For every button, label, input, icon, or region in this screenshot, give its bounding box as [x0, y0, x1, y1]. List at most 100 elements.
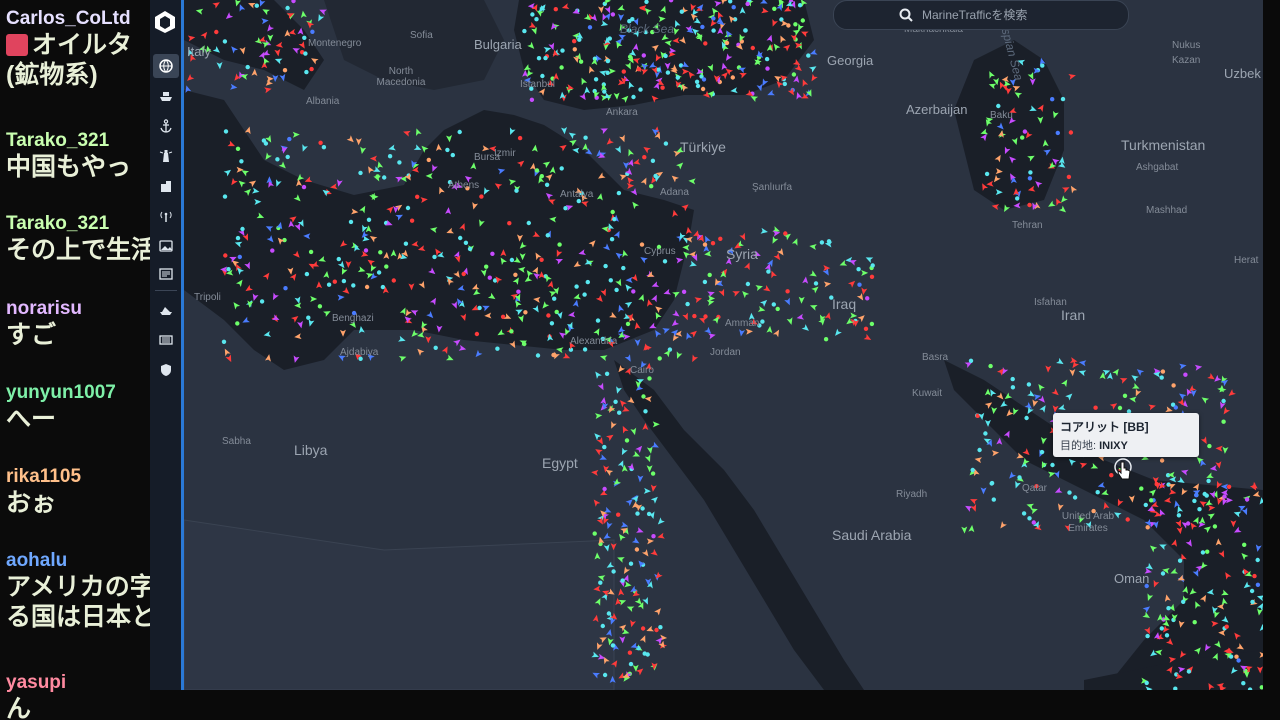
vessel-marker[interactable] — [991, 203, 1000, 210]
vessel-dot[interactable] — [391, 278, 396, 283]
vessel-marker[interactable] — [702, 235, 711, 244]
vessel-marker[interactable] — [664, 62, 671, 70]
vessel-marker[interactable] — [627, 396, 636, 406]
vessel-dot[interactable] — [348, 219, 354, 225]
vessel-dot[interactable] — [760, 319, 765, 324]
vessel-marker[interactable] — [787, 87, 797, 97]
vessel-marker[interactable] — [653, 329, 662, 338]
vessel-marker[interactable] — [1211, 620, 1219, 627]
vessel-dot[interactable] — [610, 209, 615, 215]
vessel-dot[interactable] — [1200, 550, 1206, 555]
vessel-marker[interactable] — [227, 140, 236, 149]
vessel-dot[interactable] — [702, 279, 708, 285]
vessel-marker[interactable] — [254, 198, 262, 205]
vessel-marker[interactable] — [598, 5, 605, 14]
vessel-marker[interactable] — [650, 281, 660, 289]
vessel-marker[interactable] — [624, 354, 634, 363]
vessel-marker[interactable] — [445, 227, 454, 236]
vessel-marker[interactable] — [656, 517, 665, 526]
vessel-marker[interactable] — [595, 294, 605, 304]
vessel-dot[interactable] — [514, 188, 519, 193]
vessel-marker[interactable] — [473, 349, 483, 359]
vessel-marker[interactable] — [513, 256, 522, 266]
vessel-marker[interactable] — [650, 548, 659, 558]
vessel-marker[interactable] — [1148, 403, 1156, 411]
vessel-marker[interactable] — [651, 294, 659, 303]
vessel-marker[interactable] — [518, 266, 526, 273]
vessel-marker[interactable] — [1163, 594, 1171, 602]
vessel-marker[interactable] — [605, 137, 614, 147]
vessel-marker[interactable] — [339, 329, 346, 337]
vessel-dot[interactable] — [634, 547, 640, 552]
vessel-marker[interactable] — [549, 166, 557, 174]
vessel-dot[interactable] — [222, 39, 228, 44]
vessel-marker[interactable] — [420, 196, 428, 204]
vessel-marker[interactable] — [557, 330, 567, 339]
vessel-marker[interactable] — [628, 619, 636, 628]
vessel-marker[interactable] — [264, 86, 272, 94]
vessel-marker[interactable] — [732, 288, 741, 297]
vessel-marker[interactable] — [991, 449, 1000, 457]
vessel-marker[interactable] — [460, 313, 468, 322]
vessel-marker[interactable] — [573, 293, 582, 301]
vessel-marker[interactable] — [597, 573, 606, 582]
vessel-marker[interactable] — [745, 328, 753, 335]
vessel-marker[interactable] — [294, 296, 303, 304]
vessel-marker[interactable] — [653, 53, 662, 63]
vessel-marker[interactable] — [592, 614, 600, 623]
vessel-marker[interactable] — [1011, 137, 1020, 146]
vessel-marker[interactable] — [1065, 391, 1074, 401]
vessel-marker[interactable] — [618, 398, 627, 408]
vessel-marker[interactable] — [681, 249, 691, 259]
vessel-marker[interactable] — [256, 212, 266, 221]
vessel-marker[interactable] — [1173, 500, 1181, 508]
vessel-marker[interactable] — [395, 212, 404, 221]
vessel-dot[interactable] — [621, 69, 626, 74]
vessel-marker[interactable] — [798, 296, 805, 304]
vessel-marker[interactable] — [622, 161, 629, 169]
vessel-dot[interactable] — [364, 284, 370, 290]
vessel-dot[interactable] — [1144, 680, 1149, 686]
vessel-marker[interactable] — [759, 298, 769, 307]
vessel-dot[interactable] — [235, 146, 241, 151]
vessel-marker[interactable] — [1051, 388, 1060, 397]
vessel-marker[interactable] — [720, 62, 728, 71]
vessel-marker[interactable] — [984, 400, 994, 409]
vessel-marker[interactable] — [1057, 404, 1066, 412]
vessel-marker[interactable] — [653, 304, 663, 314]
vessel-dot[interactable] — [378, 250, 383, 255]
vessel-marker[interactable] — [398, 335, 406, 344]
vessel-dot[interactable] — [1027, 176, 1033, 181]
vessel-marker[interactable] — [784, 297, 792, 307]
vessel-dot[interactable] — [522, 341, 527, 347]
vessel-dot[interactable] — [1022, 129, 1028, 134]
vessel-dot[interactable] — [509, 329, 514, 334]
vessel-marker[interactable] — [618, 598, 628, 606]
vessel-dot[interactable] — [1122, 393, 1128, 398]
vessel-dot[interactable] — [275, 157, 280, 162]
vessel-dot[interactable] — [1234, 654, 1239, 659]
vessel-marker[interactable] — [636, 527, 645, 535]
vessel-marker[interactable] — [413, 144, 423, 152]
vessel-marker[interactable] — [517, 234, 524, 242]
vessel-marker[interactable] — [453, 270, 462, 279]
vessel-marker[interactable] — [549, 216, 557, 223]
vessel-dot[interactable] — [522, 28, 527, 34]
vessel-marker[interactable] — [1051, 110, 1059, 119]
vessel-marker[interactable] — [1069, 368, 1076, 377]
vessel-marker[interactable] — [1202, 643, 1212, 653]
vessel-marker[interactable] — [1179, 487, 1188, 497]
vessel-dot[interactable] — [563, 206, 568, 211]
vessel-marker[interactable] — [1179, 362, 1187, 370]
vessel-marker[interactable] — [1130, 373, 1139, 382]
vessel-dot[interactable] — [450, 152, 455, 158]
vessel-dot[interactable] — [1017, 475, 1022, 480]
vessel-marker[interactable] — [639, 634, 648, 643]
vessel-marker[interactable] — [630, 427, 638, 436]
vessel-dot[interactable] — [513, 272, 518, 277]
photos-icon[interactable] — [153, 234, 179, 258]
vessel-marker[interactable] — [274, 48, 281, 57]
vessel-dot[interactable] — [764, 56, 770, 62]
vessel-marker[interactable] — [1003, 392, 1013, 402]
vessel-dot[interactable] — [660, 85, 665, 90]
